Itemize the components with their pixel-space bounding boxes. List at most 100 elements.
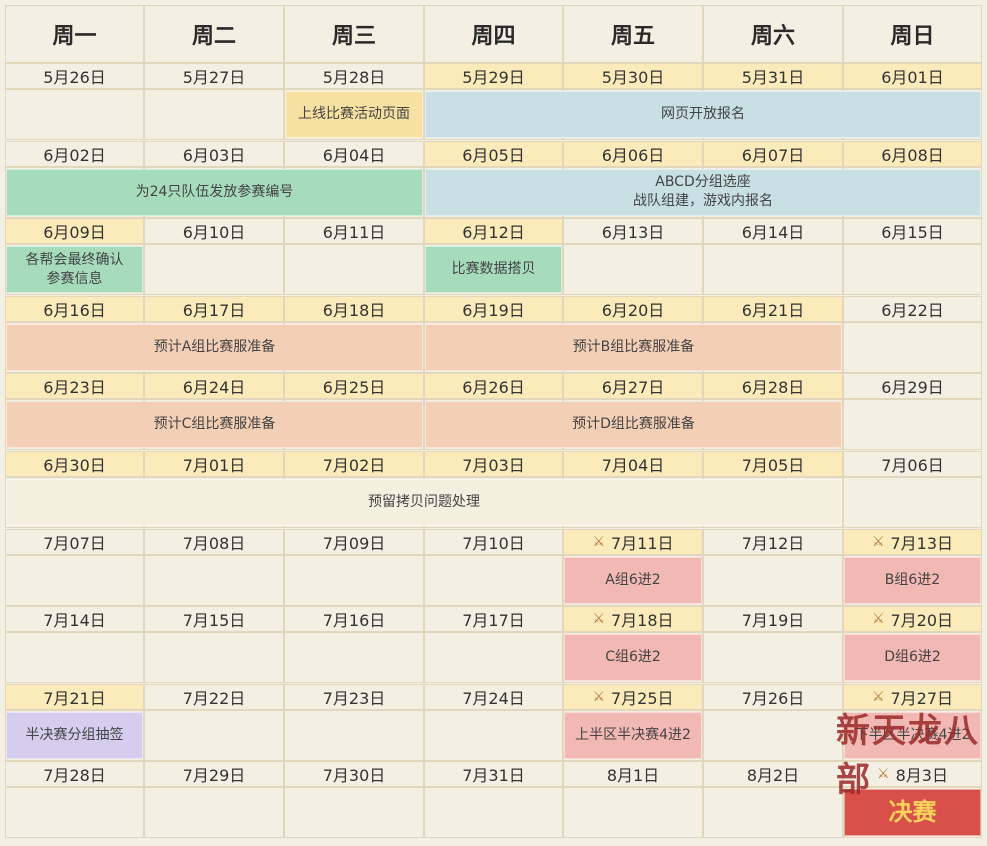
date-label: 7月31日 <box>462 766 525 786</box>
day-slot <box>424 787 563 839</box>
date-label: 5月28日 <box>322 68 386 87</box>
crossed-swords-icon: ⚔ <box>877 766 890 783</box>
day-slot <box>284 787 424 839</box>
date-label: 7月16日 <box>322 611 386 631</box>
date-label: 6月30日 <box>43 456 106 475</box>
date-cell: 5月26日 <box>5 63 144 89</box>
date-label: 8月1日 <box>606 766 660 786</box>
date-cell: 7月31日 <box>424 761 563 788</box>
date-label: 7月11日 <box>611 533 674 553</box>
date-cell: 5月29日 <box>424 63 563 89</box>
date-label: 6月07日 <box>741 145 805 165</box>
date-label: 7月13日 <box>890 533 954 553</box>
date-label: 6月21日 <box>741 300 805 320</box>
date-label: 8月2日 <box>746 766 800 786</box>
date-label: 7月22日 <box>182 688 246 708</box>
weekday-header: 周三 <box>284 5 424 63</box>
schedule-event: 比赛数据搭贝 <box>425 246 562 294</box>
date-cell: 6月26日 <box>424 373 563 400</box>
date-label: 7月25日 <box>611 688 674 708</box>
crossed-swords-icon: ⚔ <box>592 533 605 550</box>
date-cell: 6月13日 <box>563 218 703 245</box>
date-cell: 7月21日 <box>5 683 144 710</box>
schedule-event: 上半区半决赛4进2 <box>564 711 702 759</box>
date-label: 7月19日 <box>741 611 805 631</box>
date-label: 7月15日 <box>182 611 246 631</box>
date-label: 7月07日 <box>43 533 106 553</box>
date-label: 7月05日 <box>741 456 805 475</box>
date-cell: 7月04日 <box>563 451 703 477</box>
schedule-event: 各帮会最终确认 参赛信息 <box>6 246 143 294</box>
date-cell: 6月22日 <box>843 295 982 322</box>
date-label: 6月14日 <box>741 223 805 243</box>
weekday-header: 周一 <box>5 5 144 63</box>
date-cell: 7月08日 <box>144 528 284 555</box>
date-cell: 5月27日 <box>144 63 284 89</box>
date-cell: 7月16日 <box>284 606 424 633</box>
day-slot <box>843 321 982 373</box>
date-label: 7月18日 <box>611 611 674 631</box>
schedule-event: 下半区半决赛4进2 <box>844 711 981 759</box>
date-label: 6月17日 <box>182 300 246 320</box>
date-cell: 6月04日 <box>284 140 424 167</box>
crossed-swords-icon: ⚔ <box>592 688 605 705</box>
date-label: 5月30日 <box>601 68 665 87</box>
date-cell: 7月29日 <box>144 761 284 788</box>
date-cell: 7月24日 <box>424 683 563 710</box>
date-cell: 8月1日 <box>563 761 703 788</box>
date-label: 7月29日 <box>182 766 246 786</box>
schedule-event: D组6进2 <box>844 634 981 682</box>
date-cell: 6月30日 <box>5 451 144 477</box>
date-cell: 6月03日 <box>144 140 284 167</box>
date-cell: 6月24日 <box>144 373 284 400</box>
weekday-header: 周四 <box>424 5 563 63</box>
date-label: 7月26日 <box>741 688 805 708</box>
day-slot <box>563 244 703 296</box>
date-label: 7月04日 <box>601 456 665 475</box>
day-slot <box>843 477 982 528</box>
day-slot <box>144 632 284 684</box>
date-label: 6月22日 <box>881 300 944 320</box>
crossed-swords-icon: ⚔ <box>871 533 885 550</box>
date-cell: ⚔ 7月20日 <box>843 606 982 633</box>
schedule-event: 决赛 <box>844 789 981 837</box>
date-cell: 5月30日 <box>563 63 703 89</box>
date-cell: 7月05日 <box>703 451 843 477</box>
date-cell: ⚔ 7月13日 <box>843 528 982 555</box>
date-label: 6月27日 <box>601 378 665 398</box>
date-label: 7月10日 <box>462 533 525 553</box>
day-slot <box>703 709 843 761</box>
day-slot <box>424 709 563 761</box>
date-label: 6月04日 <box>322 145 386 165</box>
schedule-event: 半决赛分组抽签 <box>6 711 143 759</box>
day-slot <box>424 554 563 606</box>
day-slot <box>5 554 144 606</box>
date-label: 6月11日 <box>322 223 386 243</box>
date-cell: 5月31日 <box>703 63 843 89</box>
day-slot <box>703 632 843 684</box>
date-cell: 7月17日 <box>424 606 563 633</box>
date-cell: 7月10日 <box>424 528 563 555</box>
schedule-event: A组6进2 <box>564 556 702 604</box>
date-label: 6月26日 <box>462 378 525 398</box>
date-label: 6月09日 <box>43 223 106 243</box>
date-cell: ⚔ 7月25日 <box>563 683 703 710</box>
date-label: 6月18日 <box>322 300 386 320</box>
schedule-event: 预计B组比赛服准备 <box>425 323 842 371</box>
date-label: 6月15日 <box>881 223 944 243</box>
date-cell: 6月06日 <box>563 140 703 167</box>
date-cell: 6月11日 <box>284 218 424 245</box>
day-slot <box>144 709 284 761</box>
date-label: 6月16日 <box>43 300 106 320</box>
weekday-header: 周二 <box>144 5 284 63</box>
day-slot <box>284 244 424 296</box>
date-cell: 6月27日 <box>563 373 703 400</box>
date-label: 7月02日 <box>322 456 386 475</box>
schedule-event: 为24只队伍发放参赛编号 <box>6 168 423 216</box>
day-slot <box>284 554 424 606</box>
date-cell: 6月23日 <box>5 373 144 400</box>
date-label: 5月27日 <box>182 68 246 87</box>
day-slot <box>5 787 144 839</box>
day-slot <box>5 632 144 684</box>
date-cell: 6月19日 <box>424 295 563 322</box>
